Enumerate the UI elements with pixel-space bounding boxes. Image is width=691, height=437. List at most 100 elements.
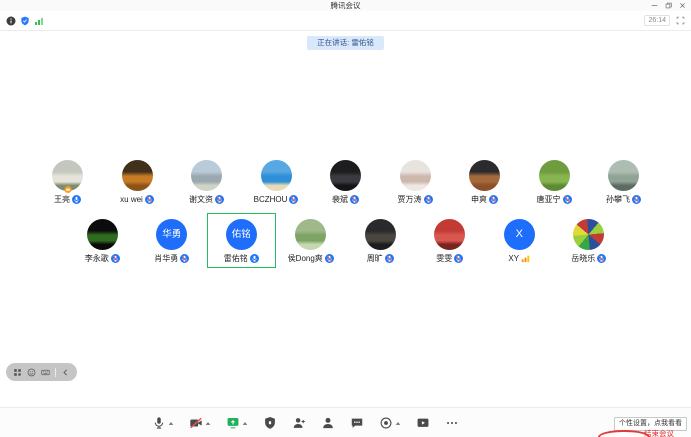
statusbar-right: 26:14: [644, 15, 685, 26]
participant-name: 裴斌: [332, 196, 348, 204]
minimize-icon[interactable]: [651, 2, 658, 9]
restore-icon[interactable]: [665, 2, 672, 9]
window-title: 腾讯会议: [331, 0, 361, 11]
toolbar-security-button[interactable]: [263, 416, 277, 430]
toolbar-chat-button[interactable]: [350, 416, 364, 430]
participant-name: 肖华勇: [154, 255, 178, 263]
participant-label: 王亮: [54, 195, 81, 204]
close-icon[interactable]: [679, 2, 686, 9]
toolbar-more-button[interactable]: [445, 416, 459, 430]
screen-share-icon: [226, 416, 240, 430]
statusbar-shield-button[interactable]: [20, 16, 30, 26]
chat-icon: [350, 416, 364, 430]
mic-muted-icon: [385, 254, 394, 263]
dock-divider: [55, 368, 56, 377]
participant-label: 侯Dong爽: [288, 254, 334, 263]
participant-name: 贾万涛: [398, 196, 422, 204]
toolbar-screen-share-button[interactable]: [226, 416, 248, 430]
participant-label: 岳晓乐: [571, 254, 606, 263]
mic-muted-icon: [563, 195, 572, 204]
participant-cell[interactable]: 岳晓乐: [554, 213, 624, 268]
mic-on-icon: [250, 254, 259, 263]
participant-avatar: [539, 160, 570, 191]
record-icon: [379, 416, 393, 430]
participant-label: 肖华勇: [154, 254, 189, 263]
toolbar-invite-button[interactable]: [292, 416, 306, 430]
participant-cell[interactable]: 唐亚宁: [519, 154, 589, 209]
participant-label: 周旷: [367, 254, 394, 263]
participant-name: 李永歌: [85, 255, 109, 263]
participant-avatar: 佑铭: [226, 219, 257, 250]
participant-label: XY: [508, 254, 530, 263]
floating-dock: [6, 363, 77, 381]
participant-avatar: [400, 160, 431, 191]
caret-up-icon[interactable]: [395, 421, 401, 430]
mic-muted-icon: [489, 195, 498, 204]
caret-up-icon[interactable]: [168, 421, 174, 430]
participant-cell[interactable]: 谢文资: [172, 154, 242, 209]
participant-label: 申爽: [471, 195, 498, 204]
toolbar-record-button[interactable]: [379, 416, 401, 430]
participant-cell[interactable]: 佑铭雷佑铭: [207, 213, 277, 268]
mic-muted-icon: [289, 195, 298, 204]
dock-apps-grid-button[interactable]: [13, 368, 22, 377]
mic-muted-icon: [180, 254, 189, 263]
toolbar-camera-button[interactable]: [189, 416, 211, 430]
chevron-left-icon: [61, 368, 70, 377]
mic-muted-icon: [325, 254, 334, 263]
participant-cell[interactable]: 裴斌: [311, 154, 381, 209]
mic-on-icon: [72, 195, 81, 204]
participant-avatar: [295, 219, 326, 250]
mic-muted-icon: [597, 254, 606, 263]
participant-cell[interactable]: 华勇肖华勇: [137, 213, 207, 268]
meeting-duration: 26:14: [644, 15, 670, 26]
toolbar-microphone-button[interactable]: [152, 416, 174, 430]
participant-cell[interactable]: 侯Dong爽: [276, 213, 346, 268]
speaking-banner: 正在讲话: 雷佑铭: [0, 36, 691, 50]
mic-muted-icon: [215, 195, 224, 204]
participant-name: BCZHOU: [254, 196, 288, 204]
participant-label: 贾万涛: [398, 195, 433, 204]
participant-cell[interactable]: XXY: [485, 213, 555, 268]
participant-avatar: [330, 160, 361, 191]
participant-avatar: [52, 160, 83, 191]
participant-cell[interactable]: 贾万涛: [380, 154, 450, 209]
info-icon: [6, 16, 16, 26]
dock-chevron-left-button[interactable]: [61, 368, 70, 377]
caret-up-icon[interactable]: [205, 421, 211, 430]
participant-cell[interactable]: 孙攀飞: [589, 154, 659, 209]
security-icon: [263, 416, 277, 430]
participant-cell[interactable]: 李永歌: [68, 213, 138, 268]
participant-name: 岳晓乐: [571, 255, 595, 263]
statusbar-info-button[interactable]: [6, 16, 16, 26]
participant-cell[interactable]: BCZHOU: [241, 154, 311, 209]
participant-name: XY: [508, 255, 519, 263]
participant-label: BCZHOU: [254, 195, 299, 204]
statusbar-icons: [6, 16, 44, 26]
dock-keyboard-button[interactable]: [41, 368, 50, 377]
fullscreen-icon[interactable]: [676, 16, 685, 25]
participant-cell[interactable]: 申爽: [450, 154, 520, 209]
avatar-initials: 佑铭: [232, 230, 251, 240]
mic-muted-icon: [632, 195, 641, 204]
participant-avatar: [261, 160, 292, 191]
title-bar: 腾讯会议: [0, 0, 691, 11]
participant-label: 裴斌: [332, 195, 359, 204]
mic-muted-icon: [454, 254, 463, 263]
statusbar-signal-button[interactable]: [34, 16, 44, 26]
caret-up-icon[interactable]: [242, 421, 248, 430]
toolbar-apps-button[interactable]: [416, 416, 430, 430]
participant-name: 雷佑铭: [224, 255, 248, 263]
participant-cell[interactable]: 雯雯: [415, 213, 485, 268]
participant-label: 谢文资: [189, 195, 224, 204]
participant-label: 李永歌: [85, 254, 120, 263]
participant-cell[interactable]: xu wei: [102, 154, 172, 209]
participant-label: 雯雯: [436, 254, 463, 263]
participant-cell[interactable]: 周旷: [346, 213, 416, 268]
participant-label: 雷佑铭: [224, 254, 259, 263]
mic-muted-icon: [424, 195, 433, 204]
participant-label: 唐亚宁: [537, 195, 572, 204]
dock-emoji-button[interactable]: [27, 368, 36, 377]
participant-cell[interactable]: 王亮: [33, 154, 103, 209]
toolbar-manage-participants-button[interactable]: [321, 416, 335, 430]
